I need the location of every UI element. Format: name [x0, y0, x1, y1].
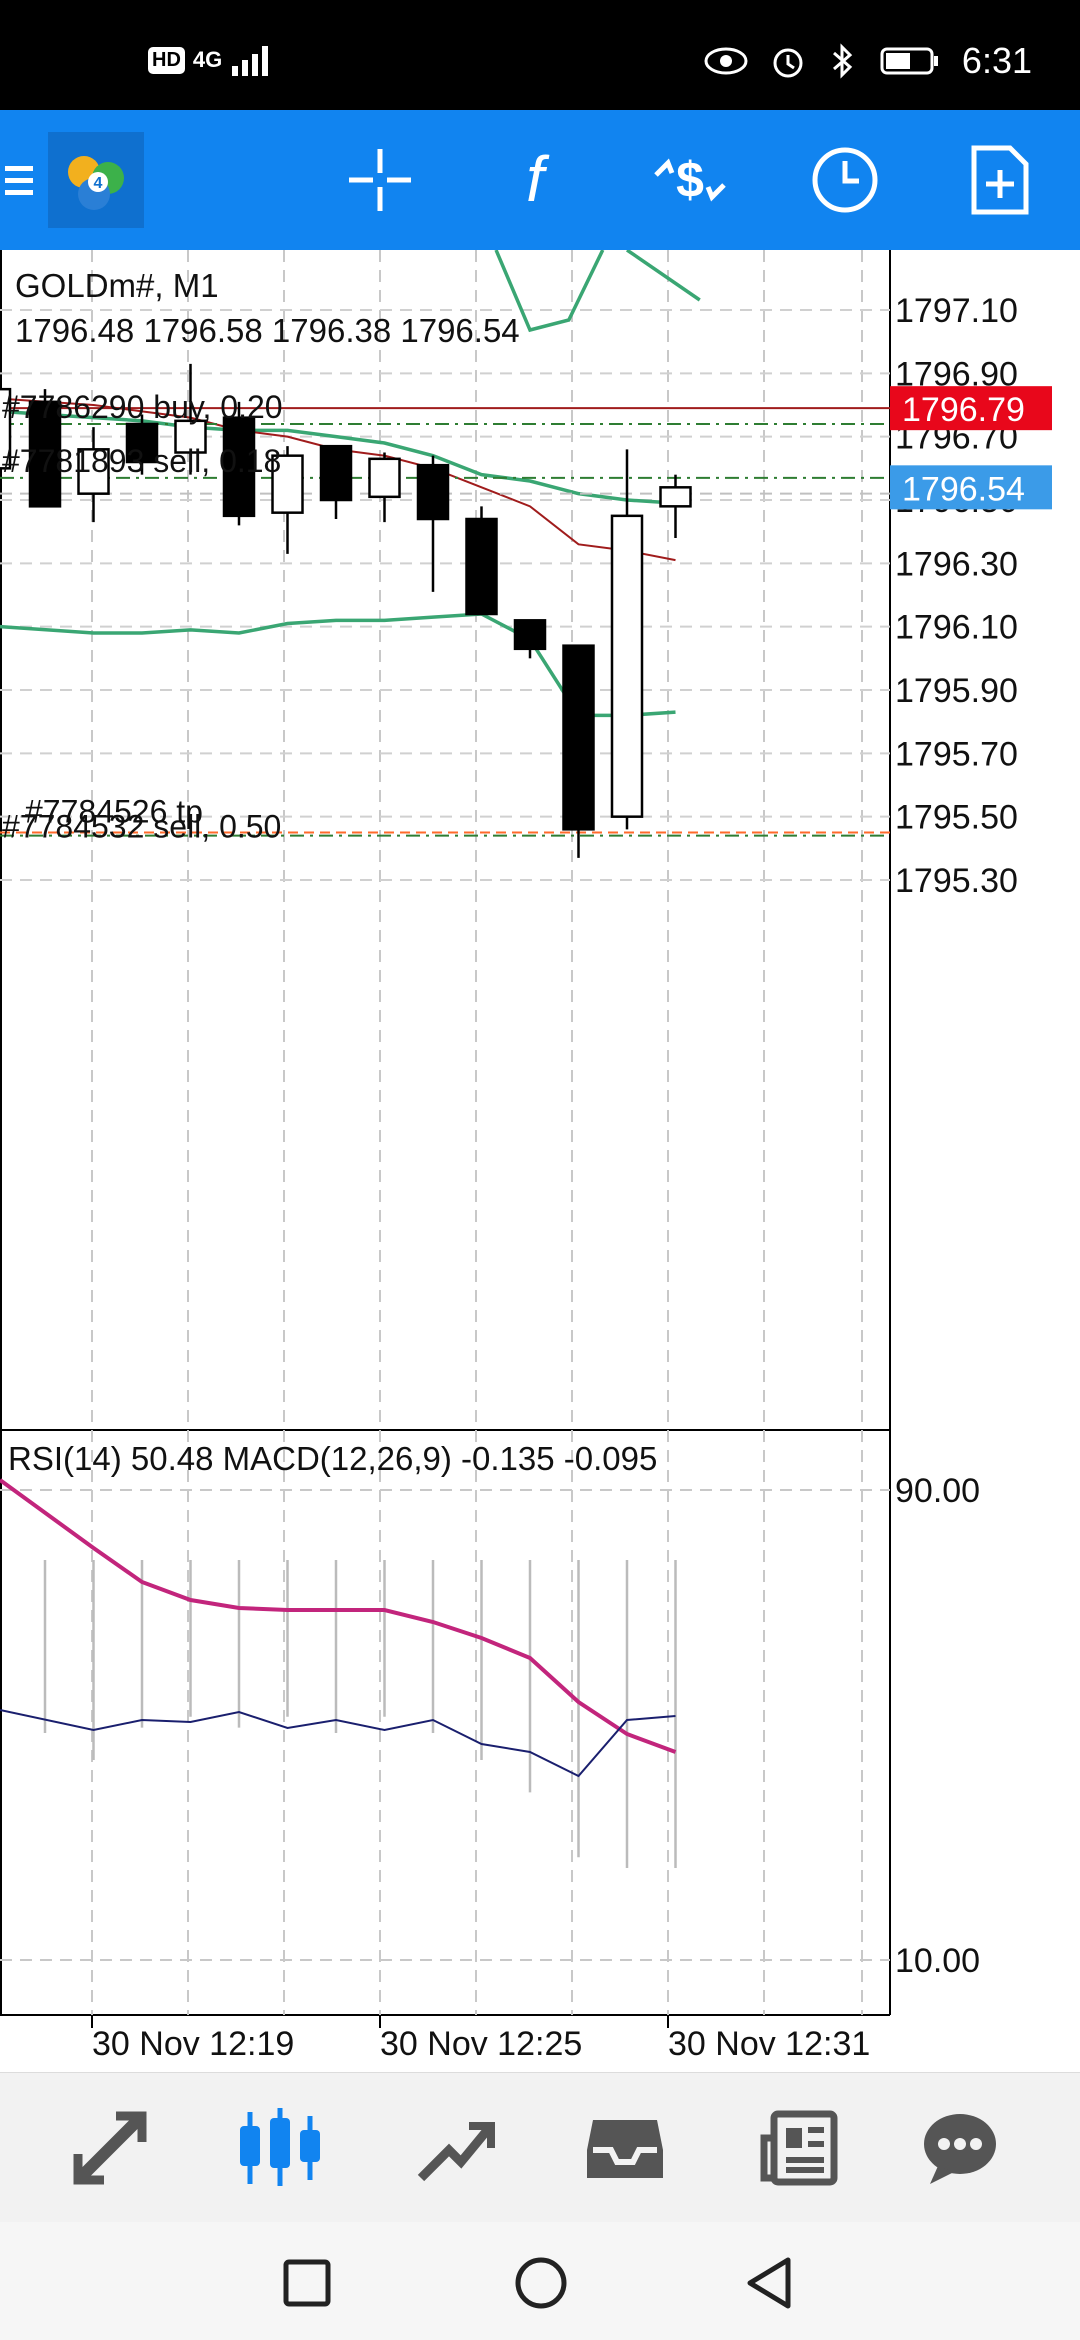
order-label: #7784532 sell, 0.50	[2, 809, 281, 845]
order-label: #7781893 sell, 0.18	[2, 443, 281, 479]
menu-button[interactable]	[0, 110, 40, 250]
metatrader-logo-icon: 4	[48, 132, 144, 228]
clock-time: 6:31	[961, 40, 1032, 81]
status-right: 6:31	[704, 40, 1032, 82]
app-logo[interactable]: 4	[48, 110, 144, 250]
home-icon[interactable]	[514, 2256, 568, 2310]
bear-candle-body	[465, 517, 498, 616]
indicator-header: RSI(14) 50.48 MACD(12,26,9) -0.135 -0.09…	[8, 1440, 657, 1477]
bear-candle-body	[416, 463, 450, 521]
svg-text:4: 4	[94, 175, 103, 192]
bull-candle-body	[659, 486, 692, 508]
candle	[416, 455, 450, 592]
trade-button[interactable]: $	[640, 110, 740, 250]
price-tag-blue: 1796.54	[902, 470, 1025, 508]
indicator-axis-label: 90.00	[895, 1472, 980, 1510]
crosshair-button[interactable]	[330, 110, 430, 250]
ohlc-values: 1796.48 1796.58 1796.38 1796.54	[15, 312, 520, 349]
status-bar: HD 4G 6:31	[0, 0, 1080, 110]
price-axis-label: 1795.90	[895, 672, 1018, 710]
order-labels: #7786290 buy, 0.20 #7781893 sell, 0.18 #77…	[2, 389, 283, 845]
price-axis-label: 1795.50	[895, 799, 1018, 837]
alarm-icon	[773, 48, 803, 78]
candle	[368, 452, 401, 523]
quotes-arrows-icon	[73, 2111, 147, 2185]
price-axis-label: 1796.10	[895, 609, 1018, 647]
candle	[562, 644, 595, 858]
trade-dollar-icon: $	[654, 152, 726, 208]
top-toolbar: 4 f $	[0, 110, 1080, 250]
indicator-function-icon: f	[526, 145, 550, 215]
bluetooth-icon	[832, 43, 853, 79]
menu-icon	[5, 166, 33, 195]
indicators-button[interactable]: f	[485, 110, 585, 250]
price-axis: 1797.101796.901796.701796.501796.301796.…	[895, 292, 1018, 900]
bear-candle-body	[562, 644, 595, 831]
back-icon[interactable]	[744, 2256, 794, 2310]
battery-icon	[880, 47, 938, 75]
new-order-icon	[971, 145, 1029, 215]
price-axis-label: 1795.70	[895, 735, 1018, 773]
bull-candle-body	[368, 457, 401, 499]
time-axis-label: 30 Nov 12:19	[92, 2025, 294, 2063]
order-label: #7786290 buy, 0.20	[2, 389, 283, 425]
timeframe-button[interactable]	[795, 110, 895, 250]
chart-area[interactable]: #7786290 buy, 0.20 #7781893 sell, 0.18 #77…	[0, 248, 1080, 2070]
signal-strength-icon	[232, 46, 269, 76]
ma-top-line-2	[626, 248, 701, 302]
price-axis-label: 1796.30	[895, 545, 1018, 583]
candle	[659, 474, 692, 538]
symbol-title: GOLDm#, M1	[15, 267, 219, 304]
rsi-line	[0, 1709, 676, 1778]
candle	[319, 444, 353, 519]
time-axis: 30 Nov 12:19 30 Nov 12:25 30 Nov 12:31	[91, 2015, 870, 2063]
network-indicators: HD 4G	[148, 44, 276, 76]
nav-history[interactable]	[565, 2073, 685, 2223]
price-axis-label: 1797.10	[895, 292, 1018, 330]
chat-bubble-icon	[924, 2114, 996, 2184]
indicator-panel: 90.00 10.00	[0, 1472, 980, 1980]
bull-candle-body	[610, 514, 644, 818]
nav-chart[interactable]	[220, 2073, 340, 2223]
hd-badge: HD	[148, 46, 185, 74]
svg-text:$: $	[676, 152, 704, 208]
bottom-nav	[0, 2072, 1080, 2223]
nav-news[interactable]	[740, 2073, 860, 2223]
time-axis-label: 30 Nov 12:31	[668, 2025, 870, 2063]
clock-timeframe-icon	[812, 147, 878, 213]
price-chart[interactable]: #7786290 buy, 0.20 #7781893 sell, 0.18 #77…	[0, 248, 1080, 2070]
news-icon	[760, 2110, 838, 2186]
recent-apps-icon[interactable]	[282, 2258, 332, 2308]
candle	[465, 506, 498, 616]
inbox-history-icon	[587, 2120, 663, 2178]
indicator-axis-label: 10.00	[895, 1942, 980, 1980]
new-order-button[interactable]	[950, 110, 1050, 250]
price-axis-label: 1795.30	[895, 862, 1018, 900]
svg-text:f: f	[526, 145, 550, 215]
nav-quotes[interactable]	[50, 2073, 170, 2223]
macd-signal-line	[0, 1478, 677, 1754]
crosshair-icon	[349, 149, 411, 211]
time-axis-label: 30 Nov 12:25	[380, 2025, 582, 2063]
price-tag-red: 1796.79	[902, 391, 1025, 429]
bear-candle-body	[319, 444, 353, 502]
nav-trade[interactable]	[395, 2073, 515, 2223]
system-nav-bar	[0, 2222, 1080, 2340]
trade-trend-icon	[417, 2122, 495, 2182]
bear-candle-body	[513, 619, 547, 651]
eye-icon	[704, 47, 748, 75]
candle	[610, 449, 644, 830]
nav-chat[interactable]	[900, 2073, 1020, 2223]
network-type: 4G	[192, 47, 223, 72]
candles-chart-icon	[240, 2108, 320, 2186]
